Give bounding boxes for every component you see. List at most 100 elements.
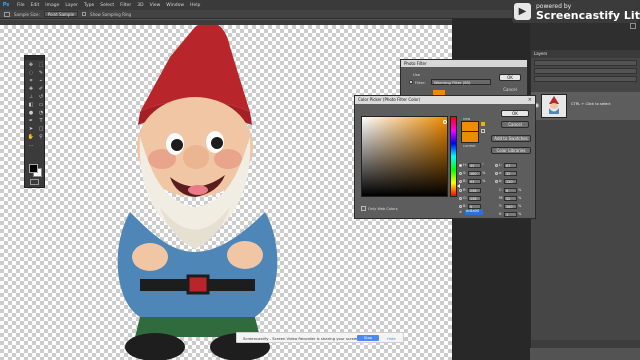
input-h[interactable]: 35 — [468, 162, 481, 168]
only-web-colors-checkbox[interactable] — [361, 206, 366, 211]
menu-window[interactable]: Window — [163, 3, 187, 8]
show-sampling-ring-label: Show Sampling Ring — [90, 11, 132, 17]
hue-slider[interactable] — [450, 116, 457, 197]
color-picker-ok-button[interactable]: OK — [501, 110, 529, 117]
layer-thumbnail[interactable] — [541, 94, 567, 118]
radio-l[interactable] — [495, 163, 498, 167]
input-m[interactable]: 52 — [504, 195, 517, 201]
photo-filter-dialog: Photo Filter Use Filter: Warming Filter … — [400, 59, 528, 99]
new-color-swatch — [461, 121, 479, 132]
radio-brightness[interactable] — [459, 179, 462, 183]
field-r: R: 236 — [459, 187, 481, 193]
sample-size-label: Sample Size: — [14, 11, 40, 17]
menu-file[interactable]: File — [14, 3, 28, 8]
only-web-colors[interactable]: Only Web Colors — [361, 206, 398, 211]
menu-filter[interactable]: Filter — [117, 3, 134, 8]
panel-dock-strip — [530, 19, 640, 50]
input-blue[interactable]: 0 — [468, 203, 481, 209]
blend-mode-row[interactable] — [534, 68, 637, 74]
eyedropper-tool-icon[interactable] — [4, 11, 10, 17]
input-l[interactable]: 67 — [504, 162, 517, 168]
lock-row[interactable] — [534, 76, 637, 82]
more-tools-icon[interactable]: … — [27, 142, 35, 149]
unit-m: % — [518, 196, 522, 200]
eyedropper-icon[interactable]: ⌁ — [37, 78, 45, 85]
layer-row[interactable]: ◉ CTRL + Click to select — [531, 92, 640, 120]
menu-image[interactable]: Image — [42, 3, 62, 8]
filter-label: Filter: — [415, 80, 426, 85]
color-libraries-button[interactable]: Color Libraries — [491, 147, 531, 154]
filter-radio[interactable] — [409, 80, 413, 84]
watermark-brand: Screencastify Lite — [536, 9, 640, 22]
current-color-swatch[interactable] — [461, 132, 479, 143]
radio-r[interactable] — [459, 188, 462, 192]
sample-size-select[interactable]: Point Sample — [43, 11, 79, 17]
input-r[interactable]: 236 — [468, 187, 481, 193]
field-s: S: 100 % — [459, 170, 486, 176]
type-tool-icon[interactable]: T — [37, 118, 45, 125]
blur-tool-icon[interactable]: ● — [27, 110, 35, 117]
crop-tool-icon[interactable]: ⌗ — [27, 78, 35, 85]
input-g[interactable]: 138 — [468, 195, 481, 201]
quick-select-tool-icon[interactable]: ✎ — [37, 70, 45, 77]
color-field-cursor[interactable] — [443, 120, 447, 124]
eraser-tool-icon[interactable]: ◧ — [27, 102, 35, 109]
hand-tool-icon[interactable]: ✋ — [27, 134, 35, 141]
filter-select[interactable]: Warming Filter (85) — [431, 79, 491, 85]
radio-a[interactable] — [495, 171, 498, 175]
field-m: M: 52 % — [499, 195, 522, 201]
radio-blue[interactable] — [459, 204, 462, 208]
marquee-tool-icon[interactable]: ⬚ — [37, 62, 45, 69]
radio-g[interactable] — [459, 196, 462, 200]
brush-tool-icon[interactable]: ✐ — [37, 86, 45, 93]
close-icon[interactable]: × — [528, 96, 532, 104]
dodge-tool-icon[interactable]: ◔ — [37, 110, 45, 117]
menu-type[interactable]: Type — [81, 3, 97, 8]
zoom-tool-icon[interactable]: ⚲ — [37, 134, 45, 141]
menu-edit[interactable]: Edit — [28, 3, 43, 8]
input-k[interactable]: 1 — [504, 211, 517, 217]
input-c[interactable]: 6 — [504, 187, 517, 193]
healing-brush-icon[interactable]: ✚ — [27, 86, 35, 93]
hide-link[interactable]: Hide — [387, 336, 396, 341]
history-brush-icon[interactable]: ↺ — [37, 94, 45, 101]
gamut-warning-icon[interactable] — [481, 122, 485, 126]
input-s[interactable]: 100 — [468, 170, 481, 176]
field-brightness: B: 93 % — [459, 178, 486, 184]
add-to-swatches-button[interactable]: Add to Swatches — [491, 135, 531, 142]
lasso-tool-icon[interactable]: ◌ — [27, 70, 35, 77]
color-picker-title-bar[interactable]: Color Picker (Photo Filter Color) × — [355, 96, 535, 104]
color-field[interactable] — [361, 116, 448, 197]
quick-mask-icon[interactable] — [30, 179, 39, 185]
layer-filter-row[interactable] — [534, 60, 637, 66]
input-brightness[interactable]: 93 — [468, 178, 481, 184]
layers-tab[interactable]: Layers — [531, 50, 640, 58]
menu-select[interactable]: Select — [97, 3, 117, 8]
photo-filter-cancel-button[interactable]: Cancel — [499, 86, 521, 93]
clone-stamp-icon[interactable]: ⊥ — [27, 94, 35, 101]
radio-s[interactable] — [459, 171, 462, 175]
menu-view[interactable]: View — [147, 3, 164, 8]
menu-3d[interactable]: 3D — [134, 3, 146, 8]
pen-tool-icon[interactable]: ✒ — [27, 118, 35, 125]
web-safe-cube-icon[interactable] — [481, 129, 485, 133]
hex-input[interactable]: ec8a00 — [465, 209, 483, 215]
radio-lab-b[interactable] — [495, 179, 498, 183]
input-a[interactable]: 32 — [504, 170, 517, 176]
panel-collapse-icon[interactable] — [630, 23, 636, 29]
photo-filter-ok-button[interactable]: OK — [499, 74, 521, 81]
foreground-color-swatch[interactable] — [29, 164, 38, 173]
radio-h[interactable] — [459, 163, 462, 167]
field-a: a: 32 — [495, 170, 517, 176]
gradient-tool-icon[interactable]: ▭ — [37, 102, 45, 109]
path-select-icon[interactable]: ➤ — [27, 126, 35, 133]
input-lab-b[interactable]: 120 — [504, 178, 517, 184]
shape-tool-icon[interactable]: ▢ — [37, 126, 45, 133]
input-y[interactable]: 100 — [504, 203, 517, 209]
color-picker-cancel-button[interactable]: Cancel — [501, 121, 529, 128]
move-tool-icon[interactable]: ✥ — [27, 62, 35, 69]
menu-help[interactable]: Help — [187, 3, 203, 8]
menu-layer[interactable]: Layer — [62, 3, 81, 8]
show-sampling-ring-checkbox[interactable] — [82, 12, 87, 16]
stop-sharing-button[interactable]: Stop sharing — [357, 335, 379, 346]
